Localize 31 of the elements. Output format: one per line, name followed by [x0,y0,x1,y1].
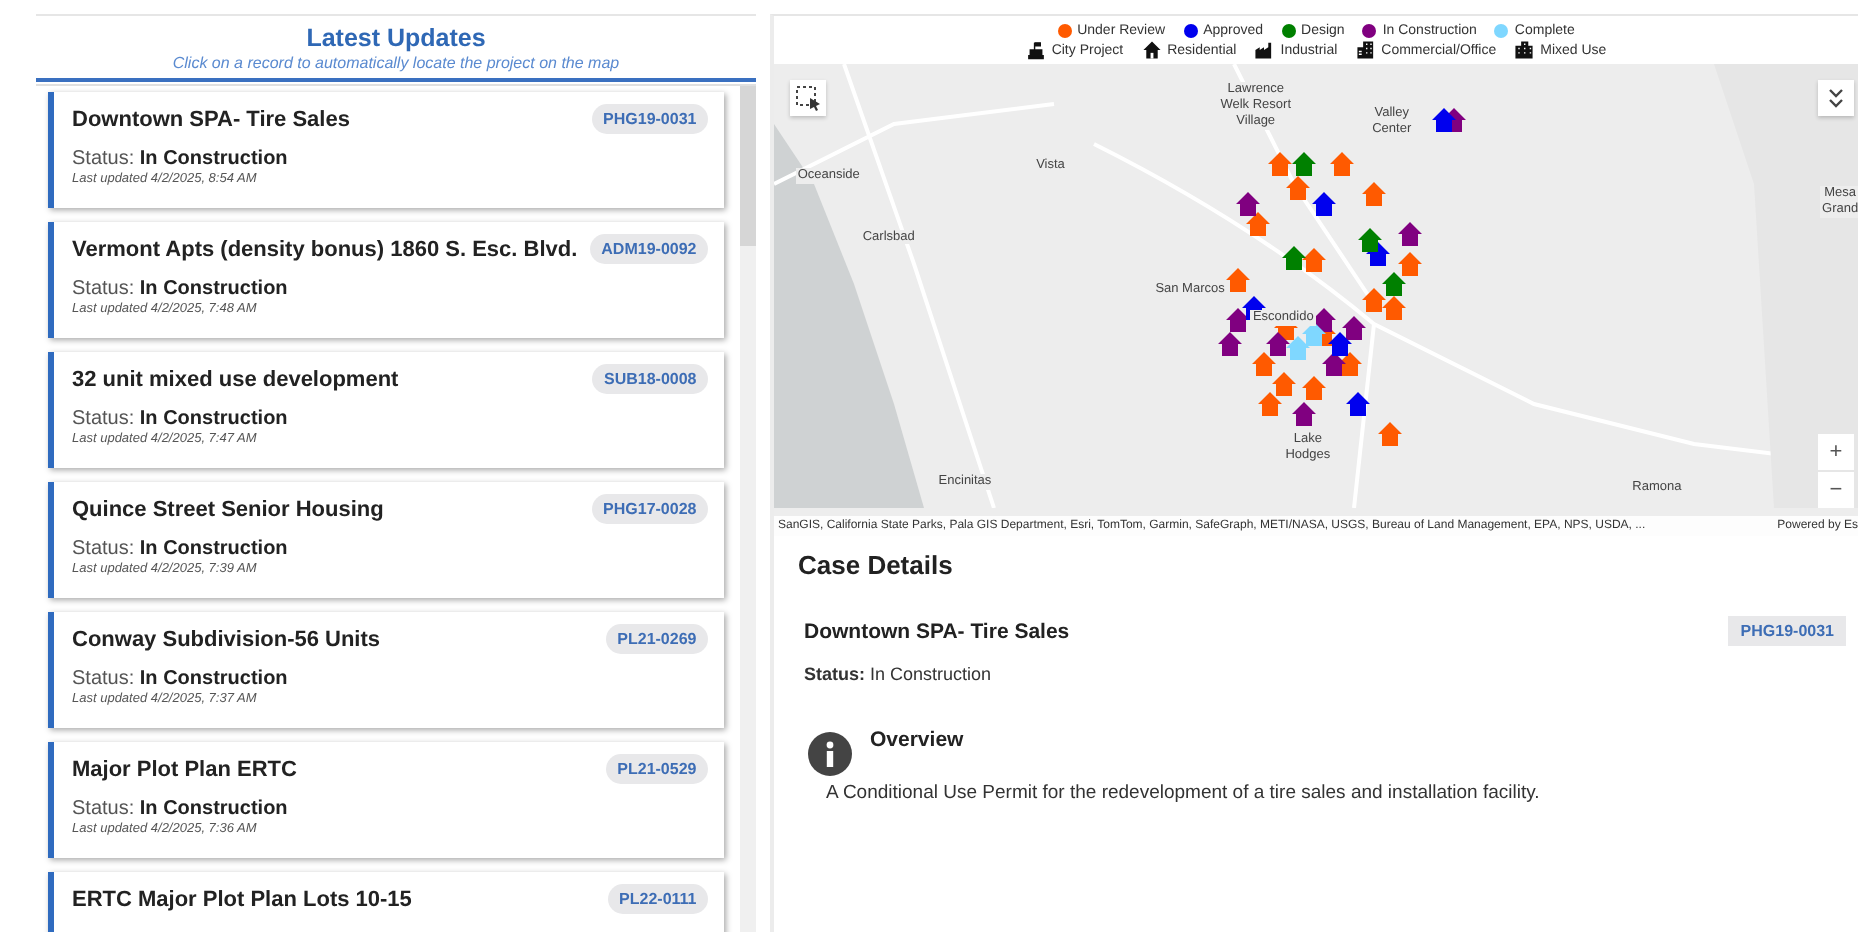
case-id-badge: PL22-0111 [607,884,709,914]
case-id-badge: SUB18-0008 [591,364,709,394]
overview-heading: Overview [870,728,964,752]
panel-subtitle: Click on a record to automatically locate the project on the map [170,54,622,72]
case-status: Status: In Construction [802,664,994,684]
record-title: Downtown SPA- Tire Sales [72,107,350,131]
record-status: Status: In Construction [72,278,290,300]
record-status: Status: In Construction [72,408,290,430]
record-card[interactable]: ERTC Major Plot Plan Lots 10-15 PL22-0111 [48,872,725,932]
record-title: ERTC Major Plot Plan Lots 10-15 [72,887,412,911]
case-id-badge: PHG19-0031 [1728,616,1846,646]
record-title: Conway Subdivision-56 Units [72,627,381,651]
record-title: 32 unit mixed use development [72,367,399,391]
case-id-badge: PHG19-0031 [591,104,709,134]
record-title: Vermont Apts (density bonus) 1860 S. Esc. Blvd. [72,237,578,261]
record-title: Quince Street Senior Housing [72,497,384,521]
record-status: Status: In Construction [72,148,290,170]
case-id-badge: PL21-0529 [605,754,709,784]
case-id-badge: ADM19-0092 [589,234,709,264]
zoom-in-button[interactable]: + [1818,434,1854,470]
record-status: Status: In Construction [72,798,290,820]
panel-title: Latest Updates [304,24,488,52]
overview-text: A Conditional Use Permit for the redevelopment of a tire sales and installation facility. [824,782,1542,804]
record-title: Major Plot Plan ERTC [72,757,297,781]
case-title: Downtown SPA- Tire Sales [804,619,1070,643]
case-id-badge: PHG17-0028 [591,494,709,524]
zoom-out-button[interactable]: − [1818,472,1854,508]
record-status: Status: In Construction [72,538,290,560]
record-status: Status: In Construction [72,668,290,690]
section-heading: Case Details [798,550,955,580]
case-id-badge: PL21-0269 [605,624,709,654]
